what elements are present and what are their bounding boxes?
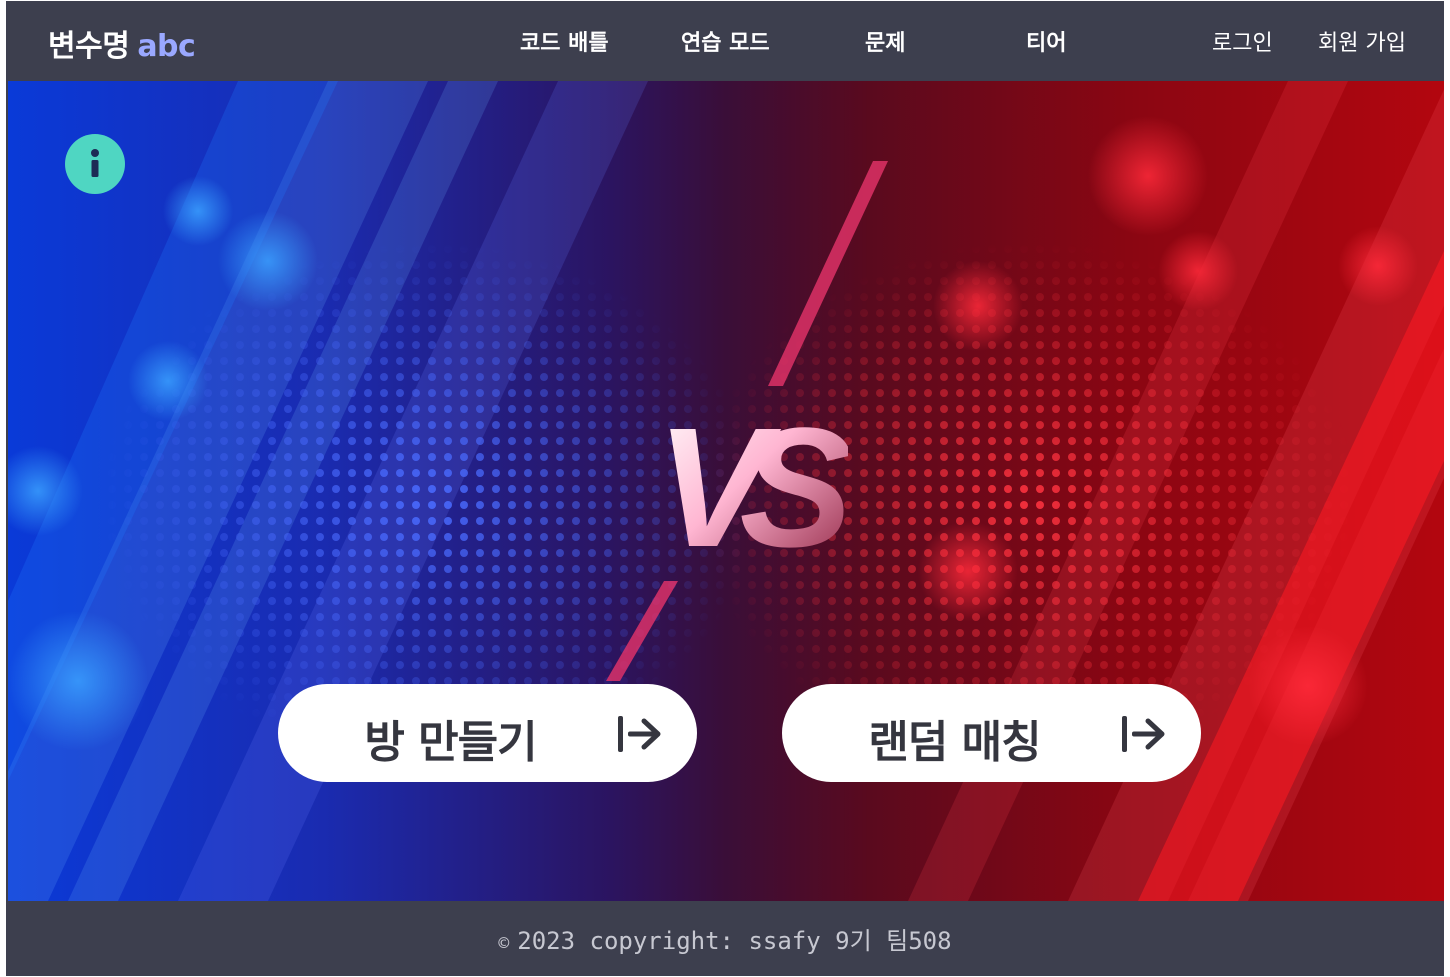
page-footer: © 2023 copyright: ssafy 9기 팀508: [6, 901, 1444, 976]
copyright-line: 2023 copyright: ssafy 9기 팀508: [517, 927, 952, 955]
arrow-right-to-bar-icon: [1122, 716, 1165, 752]
logo-name: 변수명: [48, 29, 130, 64]
create-room-label: 방 만들기: [364, 717, 537, 768]
copyright-symbol: ©: [498, 933, 510, 954]
random-match-button[interactable]: 랜덤 매칭: [782, 684, 1201, 782]
versus-hero: VS 방 만들기 랜덤 매칭: [8, 81, 1444, 901]
copyright-text: © 2023 copyright: ssafy 9기 팀508: [6, 921, 1444, 956]
site-logo[interactable]: 변수명 abc: [48, 21, 196, 65]
logo-accent: abc: [137, 29, 196, 64]
arrow-right-to-bar-icon: [618, 716, 661, 752]
info-button[interactable]: [65, 134, 125, 194]
vs-text: VS: [656, 406, 848, 583]
nav-code-battle[interactable]: 코드 배틀: [520, 25, 609, 57]
random-match-label: 랜덤 매칭: [868, 717, 1041, 768]
nav-problems[interactable]: 문제: [865, 25, 905, 57]
top-navbar: 변수명 abc 코드 배틀 연습 모드 문제 티어 로그인 회원 가입: [6, 1, 1444, 81]
nav-practice-mode[interactable]: 연습 모드: [681, 25, 770, 57]
signup-link[interactable]: 회원 가입: [1318, 25, 1406, 57]
login-link[interactable]: 로그인: [1212, 25, 1273, 57]
info-icon: [91, 149, 99, 177]
vs-emblem: VS: [656, 406, 848, 583]
app-frame: 변수명 abc 코드 배틀 연습 모드 문제 티어 로그인 회원 가입 VS 방…: [6, 1, 1444, 976]
nav-tier[interactable]: 티어: [1026, 25, 1066, 57]
create-room-button[interactable]: 방 만들기: [278, 684, 697, 782]
